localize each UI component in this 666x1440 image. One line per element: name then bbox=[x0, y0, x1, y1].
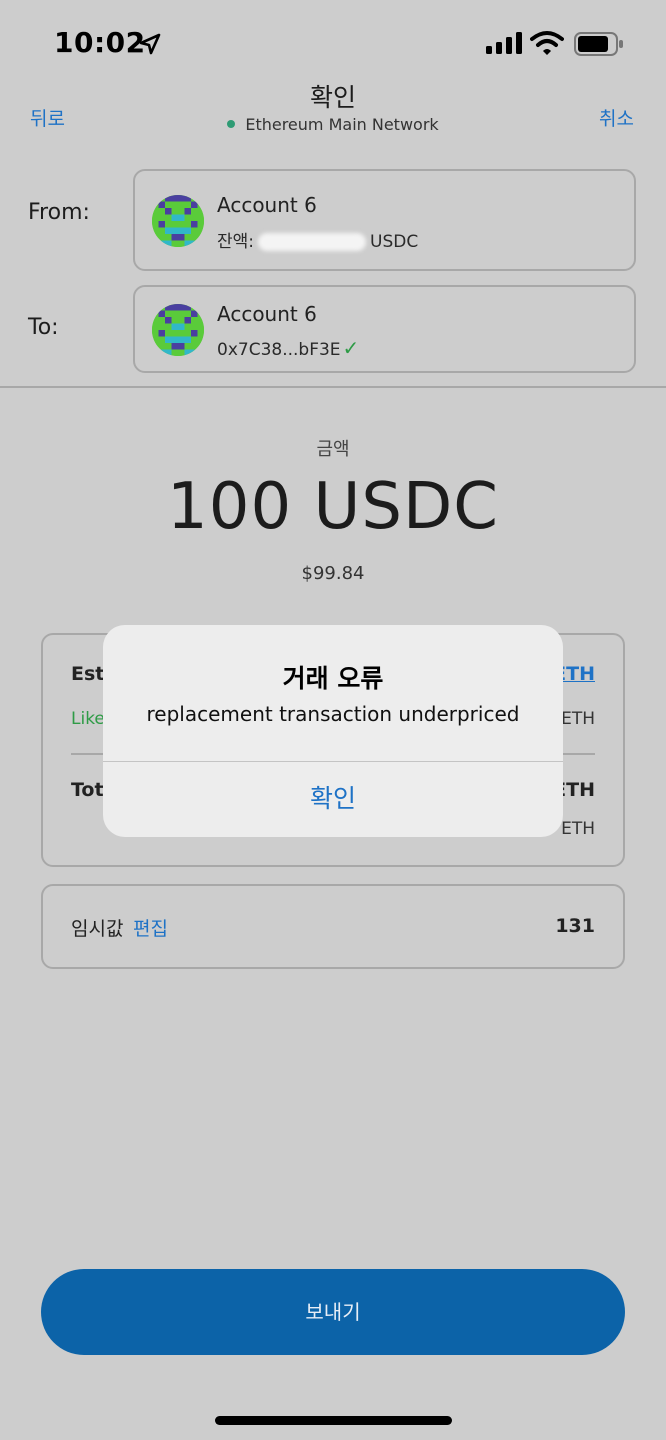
total-label: Tot bbox=[71, 779, 104, 801]
balance-prefix: 잔액: bbox=[217, 232, 255, 252]
battery-icon bbox=[574, 32, 623, 56]
cancel-button[interactable]: 취소 bbox=[599, 104, 634, 131]
likely-label: Like bbox=[71, 709, 105, 729]
network-indicator[interactable]: Ethereum Main Network bbox=[0, 115, 666, 134]
checkmark-icon: ✓ bbox=[342, 336, 360, 360]
from-account-name: Account 6 bbox=[217, 193, 317, 217]
to-account-name: Account 6 bbox=[217, 302, 317, 326]
to-account-avatar bbox=[152, 304, 204, 356]
from-account-avatar bbox=[152, 195, 204, 247]
from-account-box[interactable]: Account 6 잔액: USDC bbox=[133, 169, 636, 271]
network-status-dot bbox=[227, 119, 236, 128]
error-alert-dialog: 거래 오류 replacement transaction underprice… bbox=[103, 625, 563, 837]
to-account-box[interactable]: Account 6 0x7C38...bF3E ✓ bbox=[133, 285, 636, 373]
nonce-value: 131 bbox=[555, 915, 595, 937]
location-arrow-icon bbox=[139, 33, 161, 55]
wifi-icon bbox=[530, 31, 564, 55]
home-indicator[interactable] bbox=[215, 1416, 452, 1425]
alert-title: 거래 오류 bbox=[282, 664, 384, 693]
nonce-edit-button[interactable]: 편집 bbox=[133, 914, 168, 941]
alert-message: replacement transaction underpriced bbox=[146, 702, 520, 726]
status-time: 10:02 bbox=[54, 26, 146, 59]
amount-value: 100 USDC bbox=[167, 470, 499, 544]
section-divider bbox=[0, 386, 666, 388]
total-max-value: ETH bbox=[561, 819, 595, 839]
from-label: From: bbox=[28, 200, 90, 225]
to-label: To: bbox=[28, 315, 59, 340]
nonce-card: 임시값 편집 131 bbox=[41, 884, 625, 969]
redacted-balance bbox=[258, 233, 367, 251]
balance-token: USDC bbox=[370, 232, 419, 252]
to-account-address: 0x7C38...bF3E ✓ bbox=[217, 336, 359, 360]
to-address-text: 0x7C38...bF3E bbox=[217, 340, 341, 360]
from-account-balance: 잔액: USDC bbox=[217, 227, 418, 252]
nonce-label: 임시값 bbox=[71, 918, 124, 940]
cellular-signal-icon bbox=[486, 32, 522, 54]
amount-fiat: $99.84 bbox=[301, 563, 365, 584]
send-button[interactable]: 보내기 bbox=[41, 1269, 625, 1355]
max-fee-value: ETH bbox=[561, 709, 595, 729]
alert-ok-button[interactable]: 확인 bbox=[103, 761, 563, 837]
amount-label: 금액 bbox=[316, 439, 350, 460]
network-name: Ethereum Main Network bbox=[245, 115, 439, 134]
page-title: 확인 bbox=[309, 83, 356, 112]
